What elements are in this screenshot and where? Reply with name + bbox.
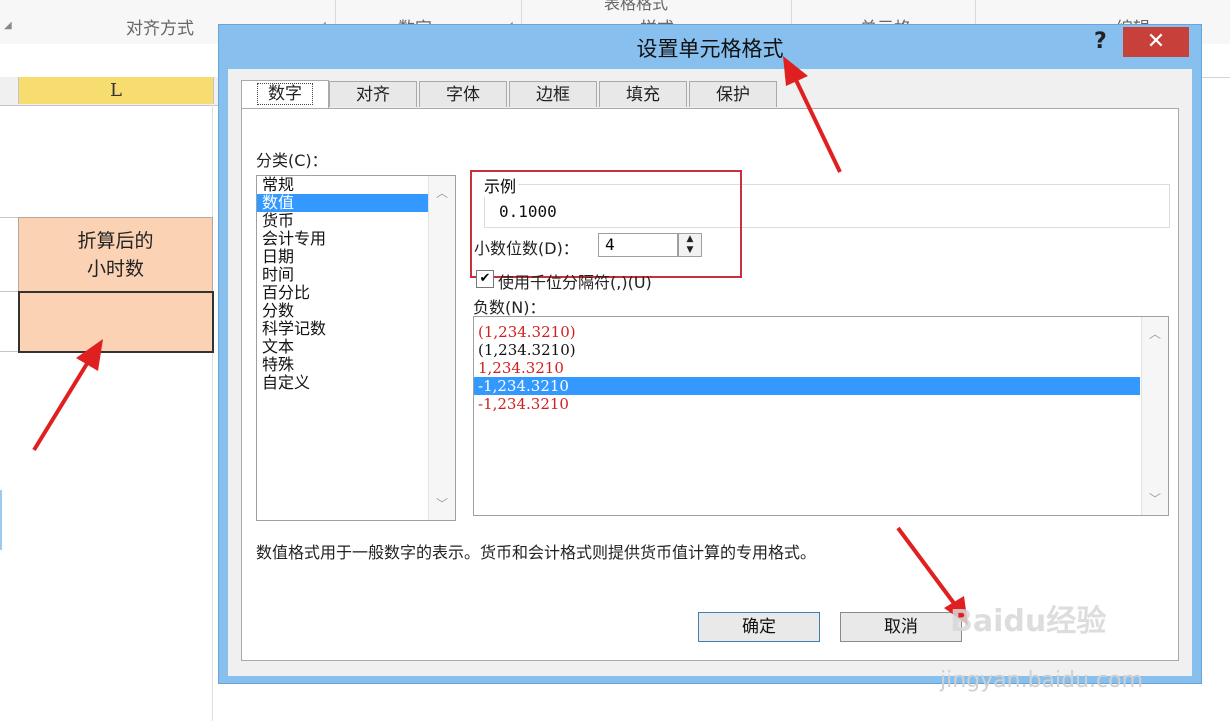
tab-protection[interactable]: 保护 [689,81,777,107]
row-selection-indicator [0,490,2,550]
negative-numbers-list[interactable]: (1,234.3210) (1,234.3210) 1,234.3210 -1,… [473,316,1169,516]
category-date[interactable]: 日期 [257,248,428,266]
tab-fill[interactable]: 填充 [599,81,687,107]
tab-number-label: 数字 [257,83,313,105]
scroll-up-icon[interactable]: ︿ [436,184,448,201]
scroll-down-icon[interactable]: ﹀ [1149,490,1161,507]
selected-cell[interactable] [18,291,214,353]
category-time[interactable]: 时间 [257,266,428,284]
cancel-button[interactable]: 取消 [840,612,962,642]
grid-line [0,291,18,292]
sample-value: 0.1000 [499,202,557,221]
grid-line [212,105,213,721]
category-custom[interactable]: 自定义 [257,374,428,392]
category-accounting[interactable]: 会计专用 [257,230,428,248]
dialog-title: 设置单元格格式 [636,37,784,61]
negative-option[interactable]: (1,234.3210) [474,341,1140,359]
negative-scrollbar[interactable]: ︿ ﹀ [1141,317,1168,515]
negative-option[interactable]: 1,234.3210 [474,359,1140,377]
format-description: 数值格式用于一般数字的表示。货币和会计格式则提供货币值计算的专用格式。 [256,543,817,562]
negative-option[interactable]: (1,234.3210) [474,323,1140,341]
category-currency[interactable]: 货币 [257,212,428,230]
negative-option[interactable]: -1,234.3210 [474,395,1140,413]
help-icon[interactable]: ? [1094,29,1107,54]
category-list[interactable]: 常规 数值 货币 会计专用 日期 时间 百分比 分数 科学记数 文本 特殊 自定… [256,175,456,521]
category-fraction[interactable]: 分数 [257,302,428,320]
thousands-separator-checkbox[interactable]: ✔ [476,270,494,288]
tab-border[interactable]: 边框 [509,81,597,107]
spin-up-icon[interactable]: ▲ [679,234,701,245]
watermark-url: jingyan.baidu.com [940,668,1144,693]
cell-hours-header[interactable]: 折算后的 小时数 [18,217,213,292]
negative-numbers-label: 负数(N)： [473,298,546,317]
category-label: 分类(C)： [256,151,328,170]
cell-header-line2: 小时数 [86,257,144,280]
ribbon-group-alignment: 对齐方式 [126,19,194,39]
tab-number[interactable]: 数字 [241,80,329,109]
ok-button[interactable]: 确定 [698,612,820,642]
number-tab-panel: 分类(C)： 常规 数值 货币 会计专用 日期 时间 百分比 分数 科学记数 文… [241,108,1179,661]
decimal-places-spinner[interactable]: ▲ ▼ [678,233,702,257]
baidu-watermark-logo: Baidu经验 [950,604,1107,639]
grid-line [0,351,18,352]
decimal-places-input[interactable]: 4 [598,233,678,257]
format-cells-dialog: 设置单元格格式 ? ✕ 数字 对齐 字体 边框 填充 保护 分类(C)： 常规 … [218,24,1202,684]
decimal-places-label: 小数位数(D)： [474,239,579,258]
category-percentage[interactable]: 百分比 [257,284,428,302]
scroll-down-icon[interactable]: ﹀ [436,495,448,512]
category-general[interactable]: 常规 [257,176,428,194]
grid-line [0,217,18,218]
dialog-body: 数字 对齐 字体 边框 填充 保护 分类(C)： 常规 数值 货币 会计专用 日… [228,69,1192,676]
category-scrollbar[interactable]: ︿ ﹀ [428,176,455,520]
spin-down-icon[interactable]: ▼ [679,245,701,256]
tab-alignment[interactable]: 对齐 [329,81,417,107]
ribbon-table-format-label[interactable]: 表格格式 [604,0,668,14]
close-button[interactable]: ✕ [1123,27,1189,57]
sample-label: 示例 [482,173,519,197]
scroll-up-icon[interactable]: ︿ [1149,325,1161,342]
negative-option-selected[interactable]: -1,234.3210 [474,377,1140,395]
category-special[interactable]: 特殊 [257,356,428,374]
thousands-separator-label[interactable]: 使用千位分隔符(,)(U) [498,269,652,293]
category-scientific[interactable]: 科学记数 [257,320,428,338]
category-text[interactable]: 文本 [257,338,428,356]
sample-box: 0.1000 [484,184,1170,228]
tab-font[interactable]: 字体 [419,81,507,107]
arrow-to-cell [32,360,90,452]
cell-header-line1: 折算后的 [77,229,154,252]
category-number[interactable]: 数值 [257,194,428,212]
ribbon-launcher-icon[interactable]: ◢ [4,20,12,31]
column-header-L[interactable]: L [18,77,214,104]
